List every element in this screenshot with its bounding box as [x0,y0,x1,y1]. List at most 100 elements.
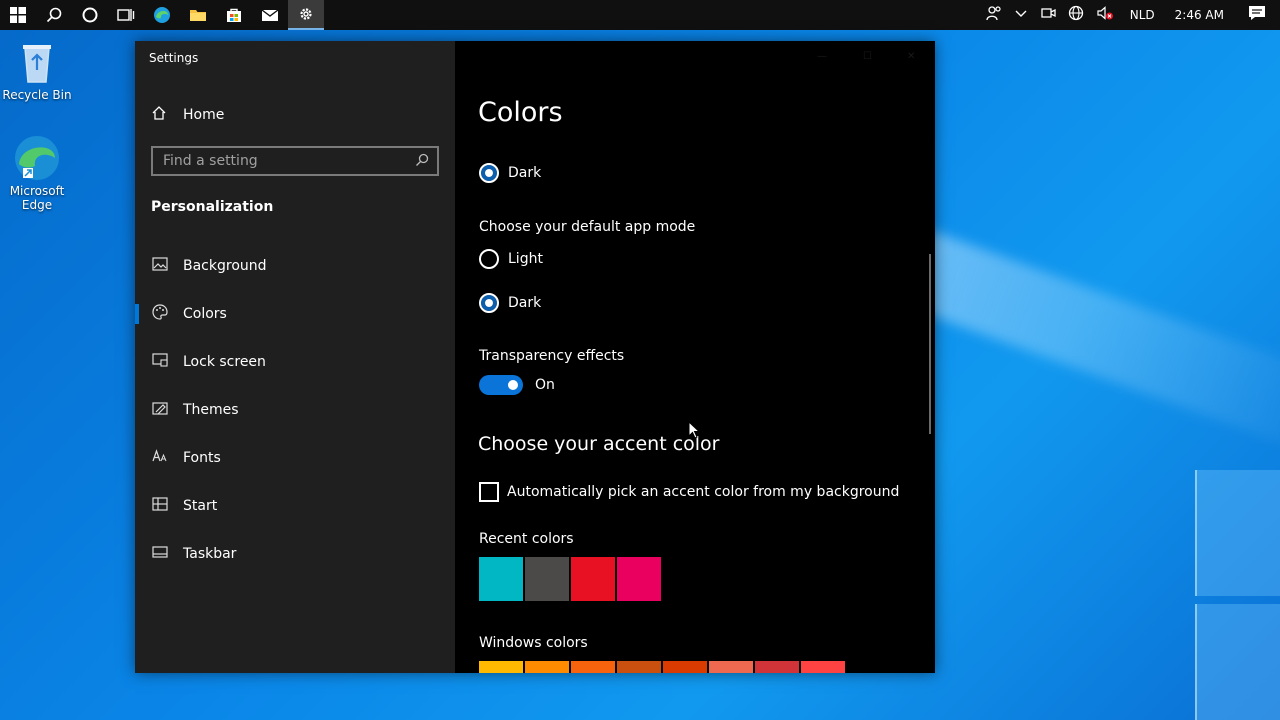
content-scrollbar[interactable] [929,254,931,434]
radio-label: Dark [508,165,542,181]
cortana-icon[interactable] [72,0,108,30]
transparency-label: Transparency effects [479,348,625,364]
home-label: Home [183,107,225,123]
settings-window: Settings Home Find a setting Personaliza… [135,41,935,673]
edge-desktop-icon[interactable]: Microsoft Edge [2,134,72,212]
app-mode-light-radio[interactable]: Light [479,249,543,269]
toggle-state: On [535,377,555,393]
desktop-icon-label: Recycle Bin [2,88,72,102]
chevron-up-icon[interactable] [1008,6,1034,24]
sidebar-item-background[interactable]: Background [135,246,455,286]
windows-color-swatch[interactable] [709,661,753,673]
mail-icon[interactable] [252,0,288,30]
settings-gear-icon[interactable] [288,0,324,30]
transparency-toggle[interactable]: On [479,375,555,395]
sidebar-item-label: Taskbar [183,546,237,562]
edge-browser-icon[interactable] [144,0,180,30]
sidebar-item-label: Background [183,258,267,274]
people-icon[interactable] [980,5,1008,25]
radio-label: Light [508,251,543,267]
recent-color-swatch[interactable] [525,557,569,601]
windows-colors-label: Windows colors [479,635,588,651]
sidebar-item-themes[interactable]: Themes [135,390,455,430]
wallpaper-logo-pane [1195,470,1280,596]
action-center-icon[interactable] [1242,5,1280,25]
sidebar-item-label: Lock screen [183,354,266,370]
sidebar-item-lock-screen[interactable]: Lock screen [135,342,455,382]
tray-clock[interactable]: 2:46 AM [1165,8,1242,22]
recent-color-swatch[interactable] [479,557,523,601]
search-icon [415,153,429,171]
radio-selected-indicator [479,293,499,313]
close-button[interactable]: ✕ [907,51,921,63]
image-icon [151,257,169,275]
system-tray: NLD 2:46 AM [980,0,1280,30]
home-nav-item[interactable]: Home [151,105,224,125]
windows-color-swatch[interactable] [755,661,799,673]
checkbox-label: Automatically pick an accent color from … [507,484,900,500]
windows-color-swatch[interactable] [617,661,661,673]
window-title: Settings [149,51,199,65]
edge-browser-icon [13,134,61,182]
sidebar-item-label: Themes [183,402,239,418]
meet-now-icon[interactable] [1034,5,1062,25]
taskbar: NLD 2:46 AM [0,0,1280,30]
sidebar-item-taskbar[interactable]: Taskbar [135,534,455,574]
search-icon[interactable] [36,0,72,30]
windows-color-swatch[interactable] [801,661,845,673]
store-icon[interactable] [216,0,252,30]
taskbar-icon [151,546,169,562]
home-icon [151,105,171,125]
app-mode-dark-radio[interactable]: Dark [479,293,541,313]
file-explorer-icon[interactable] [180,0,216,30]
recycle-bin-icon [13,38,61,86]
recent-color-swatch[interactable] [571,557,615,601]
network-globe-icon[interactable] [1062,5,1090,25]
windows-color-swatch[interactable] [479,661,523,673]
app-mode-label: Choose your default app mode [479,219,696,235]
desktop-icon-label: Microsoft Edge [9,184,65,212]
sidebar-item-colors[interactable]: Colors [135,294,455,334]
maximize-button[interactable]: ☐ [863,51,877,63]
windows-mode-dark-radio[interactable]: Dark [479,163,541,183]
radio-label: Dark [508,295,542,311]
wallpaper-logo-pane [1195,604,1280,720]
sidebar-item-label: Colors [183,306,227,322]
recycle-bin-desktop-icon[interactable]: Recycle Bin [2,38,72,102]
start-windows-icon[interactable] [0,0,36,30]
windows-colors-swatches [479,661,847,673]
wallpaper-light-beam [902,230,1280,460]
settings-sidebar: Settings Home Find a setting Personaliza… [135,41,455,673]
recent-colors-swatches [479,557,663,601]
task-view-icon[interactable] [108,0,144,30]
sidebar-item-fonts[interactable]: Fonts [135,438,455,478]
search-placeholder: Find a setting [163,153,258,169]
page-title: Colors [478,97,563,128]
toggle-knob [508,380,518,390]
windows-color-swatch[interactable] [663,661,707,673]
tray-language[interactable]: NLD [1120,8,1165,22]
sidebar-item-label: Fonts [183,450,221,466]
volume-muted-icon[interactable] [1090,5,1120,25]
mouse-cursor-icon [688,420,701,443]
minimize-button[interactable]: — [817,51,831,63]
themes-icon [151,401,169,419]
sidebar-item-label: Start [183,498,218,514]
find-setting-input[interactable]: Find a setting [151,146,439,176]
colors-settings-page: — ☐ ✕ Colors Dark Choose your default ap… [455,41,935,673]
section-heading: Personalization [151,199,274,215]
windows-color-swatch[interactable] [525,661,569,673]
toggle-switch[interactable] [479,375,523,395]
recent-colors-label: Recent colors [479,531,574,547]
windows-color-swatch[interactable] [571,661,615,673]
accent-color-heading: Choose your accent color [478,433,720,455]
recent-color-swatch[interactable] [617,557,661,601]
palette-icon [151,304,169,324]
checkbox-box[interactable] [479,482,499,502]
start-icon [151,497,169,515]
auto-accent-checkbox[interactable]: Automatically pick an accent color from … [479,482,899,502]
radio-selected-indicator [479,163,499,183]
radio-indicator [479,249,499,269]
sidebar-item-start[interactable]: Start [135,486,455,526]
fonts-icon [151,449,169,467]
